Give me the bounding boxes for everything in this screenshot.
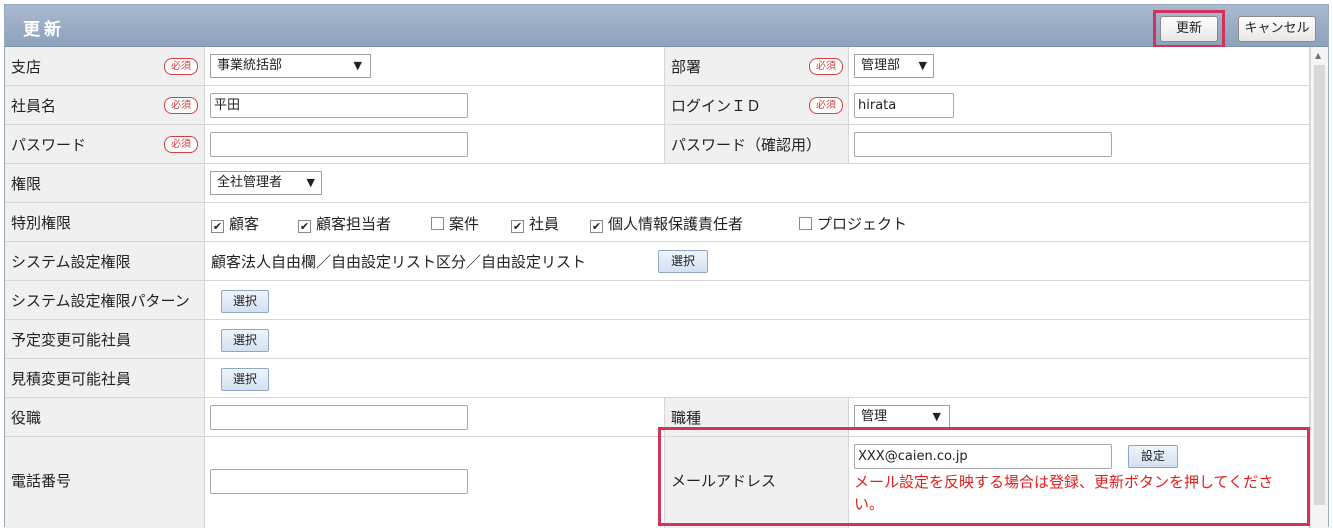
row-schedule-change-employee: 予定変更可能社員 選択: [5, 320, 1310, 359]
row-authority: 権限 全社管理者 ▼: [5, 164, 1310, 203]
row-estimate-change-employee: 見積変更可能社員 選択: [5, 359, 1310, 398]
dropdown-arrow-icon: ▼: [306, 176, 315, 189]
row-system-setting-pattern: システム設定権限パターン 選択: [5, 281, 1310, 320]
dropdown-arrow-icon: ▼: [918, 59, 927, 72]
required-badge: 必須: [809, 97, 843, 114]
login-id-label: ログインＩＤ: [671, 97, 762, 115]
phone-label: 電話番号: [11, 472, 72, 490]
authority-select[interactable]: 全社管理者 ▼: [210, 171, 322, 195]
required-badge: 必須: [164, 136, 198, 153]
row-employee-name: 社員名 必須 平田 ログインＩＤ 必須 hirata: [5, 86, 1310, 125]
position-input[interactable]: [210, 405, 468, 430]
checkbox-employee[interactable]: ✔ 社員: [511, 213, 559, 234]
system-setting-authority-label: システム設定権限: [11, 253, 131, 271]
row-system-setting-authority: システム設定権限 顧客法人自由欄／自由設定リスト区分／自由設定リスト 選択: [5, 242, 1310, 281]
select-button[interactable]: 選択: [658, 250, 708, 273]
cancel-button[interactable]: キャンセル: [1238, 16, 1316, 42]
checkbox-icon[interactable]: ✔: [511, 220, 524, 233]
row-password: パスワード 必須 パスワード（確認用）: [5, 125, 1310, 164]
checkbox-icon[interactable]: [431, 217, 444, 230]
scroll-up-arrow-icon[interactable]: ▲: [1315, 51, 1321, 60]
login-id-input[interactable]: hirata: [854, 93, 954, 118]
password-confirm-input[interactable]: [854, 132, 1112, 157]
branch-label: 支店: [11, 58, 42, 76]
vertical-scrollbar[interactable]: ▲: [1310, 47, 1328, 528]
row-special-authority: 特別権限 ✔ 顧客 ✔ 顧客担当者 案件 ✔ 社員 ✔ 個人情報保護責任者 プロジェクト: [5, 203, 1310, 242]
select-button[interactable]: 選択: [221, 290, 269, 313]
phone-input[interactable]: [210, 469, 468, 494]
required-badge: 必須: [164, 97, 198, 114]
dropdown-arrow-icon: ▼: [353, 59, 362, 72]
update-button-highlight: [1153, 10, 1225, 48]
password-label: パスワード: [11, 136, 87, 154]
select-button[interactable]: 選択: [221, 329, 269, 352]
system-setting-pattern-label: システム設定権限パターン: [11, 292, 190, 310]
checkbox-icon[interactable]: ✔: [590, 220, 603, 233]
scrollbar-thumb[interactable]: [1314, 65, 1325, 505]
employee-name-input[interactable]: 平田: [210, 93, 468, 118]
password-confirm-label: パスワード（確認用）: [671, 136, 822, 154]
checkbox-privacy-officer[interactable]: ✔ 個人情報保護責任者: [590, 213, 743, 234]
checkbox-icon[interactable]: [799, 217, 812, 230]
select-button[interactable]: 選択: [221, 368, 269, 391]
panel-header: 更新 更新 キャンセル: [5, 5, 1328, 47]
checkbox-project[interactable]: プロジェクト: [799, 213, 907, 234]
checkbox-customer[interactable]: ✔ 顧客: [211, 213, 259, 234]
checkbox-icon[interactable]: ✔: [211, 220, 224, 233]
job-type-label: 職種: [671, 409, 702, 427]
checkbox-customer-manager[interactable]: ✔ 顧客担当者: [298, 213, 391, 234]
branch-select[interactable]: 事業統括部 ▼: [210, 54, 371, 78]
system-setting-authority-value: 顧客法人自由欄／自由設定リスト区分／自由設定リスト: [211, 253, 587, 271]
employee-name-label: 社員名: [11, 97, 57, 115]
special-authority-label: 特別権限: [11, 214, 72, 232]
required-badge: 必須: [809, 58, 843, 75]
authority-label: 権限: [11, 175, 42, 193]
password-input[interactable]: [210, 132, 468, 157]
estimate-change-employee-label: 見積変更可能社員: [11, 370, 132, 388]
checkbox-project-case[interactable]: 案件: [431, 213, 479, 234]
job-type-select[interactable]: 管理 ▼: [854, 405, 950, 429]
position-label: 役職: [11, 409, 42, 427]
required-badge: 必須: [164, 58, 198, 75]
department-label: 部署: [671, 58, 702, 76]
email-row-highlight: [658, 427, 1310, 526]
row-branch: 支店 必須 事業統括部 ▼ 部署 必須 管理部 ▼: [5, 47, 1310, 86]
schedule-change-employee-label: 予定変更可能社員: [11, 331, 132, 349]
department-select[interactable]: 管理部 ▼: [854, 54, 934, 78]
dropdown-arrow-icon: ▼: [932, 410, 941, 423]
checkbox-icon[interactable]: ✔: [298, 220, 311, 233]
panel-title: 更新: [23, 20, 65, 40]
